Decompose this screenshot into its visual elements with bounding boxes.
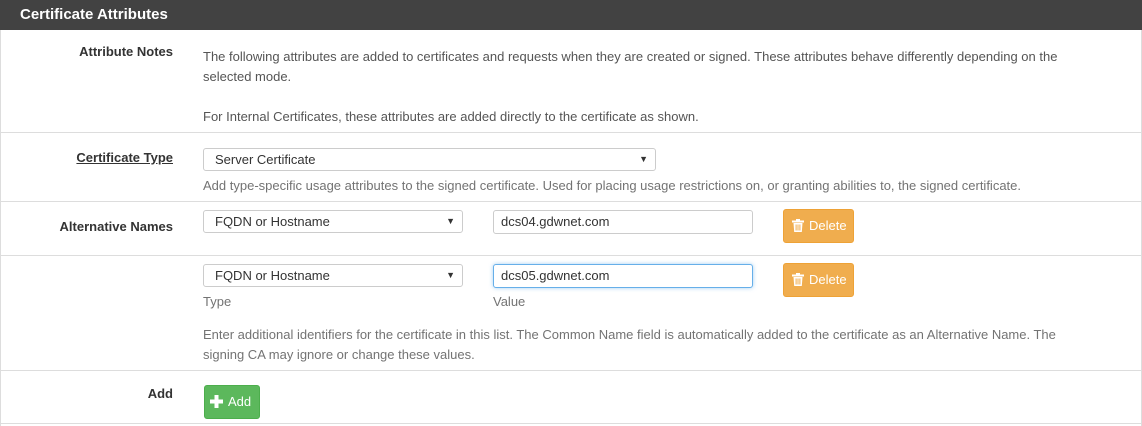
certificate-type-row: Certificate Type Server Certificate ▼ Ad… [1, 133, 1141, 202]
alternative-names-help-line2: signing CA may ignore or change these va… [203, 347, 475, 362]
certificate-type-selected: Server Certificate [215, 152, 316, 167]
caret-down-icon: ▼ [446, 270, 455, 280]
trash-icon [792, 219, 804, 233]
alt-name-value-input-2[interactable]: dcs05.gdwnet.com [493, 264, 753, 288]
plus-icon [210, 395, 223, 409]
delete-button-2[interactable]: Delete [783, 263, 854, 297]
alternative-names-label: Alternative Names [59, 219, 173, 234]
delete-button-1[interactable]: Delete [783, 209, 854, 243]
caret-down-icon: ▼ [639, 154, 648, 164]
type-sublabel: Type [203, 294, 232, 309]
trash-icon [792, 273, 804, 287]
alt-name-type-select-1[interactable]: FQDN or Hostname ▼ [203, 210, 463, 233]
panel-body: Attribute Notes The following attributes… [0, 30, 1142, 426]
add-label: Add [147, 386, 173, 401]
certificate-attributes-panel: Certificate Attributes Attribute Notes T… [0, 0, 1142, 426]
attribute-notes-line1: The following attributes are added to ce… [203, 49, 1058, 64]
caret-down-icon: ▼ [446, 216, 455, 226]
certificate-type-help: Add type-specific usage attributes to th… [203, 178, 1021, 193]
alt-name-type-selected-1: FQDN or Hostname [215, 214, 330, 229]
delete-button-label-1: Delete [809, 218, 847, 233]
alternative-name-row-1: Alternative Names FQDN or Hostname ▼ dcs… [1, 202, 1141, 256]
certificate-type-label: Certificate Type [76, 150, 173, 165]
attribute-notes-line3: For Internal Certificates, these attribu… [203, 109, 699, 124]
attribute-notes-row: Attribute Notes The following attributes… [1, 30, 1141, 133]
add-button[interactable]: Add [204, 385, 260, 419]
alt-name-type-select-2[interactable]: FQDN or Hostname ▼ [203, 264, 463, 287]
delete-button-label-2: Delete [809, 272, 847, 287]
alt-name-type-selected-2: FQDN or Hostname [215, 268, 330, 283]
attribute-notes-line2: selected mode. [203, 69, 292, 84]
add-row: Add Add [1, 371, 1141, 424]
alternative-name-row-2: FQDN or Hostname ▼ dcs05.gdwnet.com Dele… [1, 256, 1141, 371]
alternative-names-help-line1: Enter additional identifiers for the cer… [203, 327, 1056, 342]
certificate-type-select[interactable]: Server Certificate ▼ [203, 148, 656, 171]
attribute-notes-label: Attribute Notes [79, 44, 173, 59]
add-button-label: Add [228, 394, 252, 409]
panel-title: Certificate Attributes [0, 0, 1142, 30]
alt-name-value-input-1[interactable]: dcs04.gdwnet.com [493, 210, 753, 234]
value-sublabel: Value [493, 294, 526, 309]
